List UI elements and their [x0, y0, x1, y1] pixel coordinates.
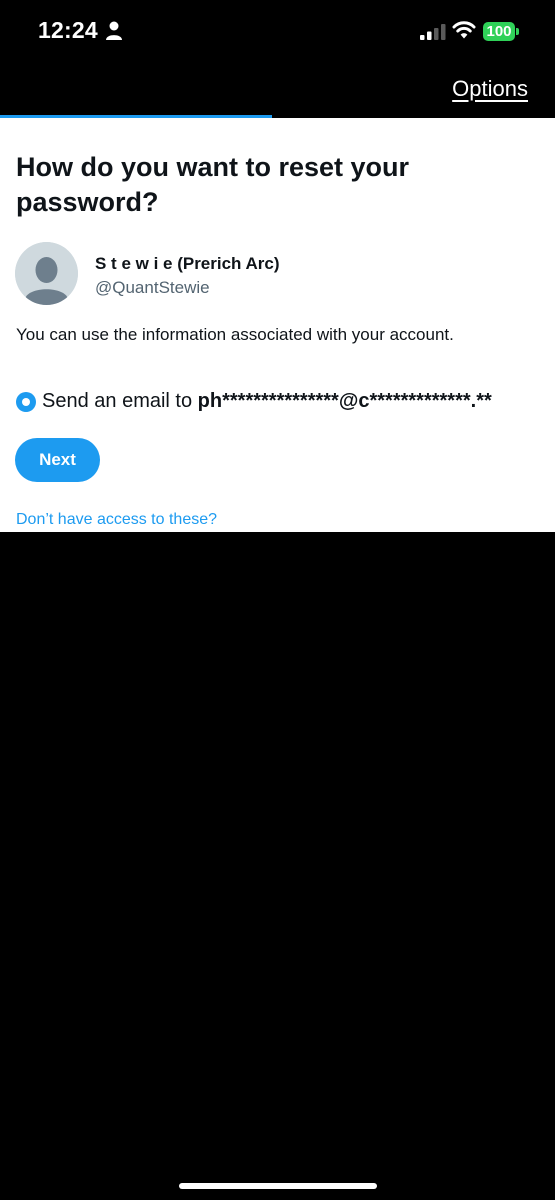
email-option-label: Send an email to ph***************@c****…: [42, 390, 492, 413]
status-time: 12:24: [38, 17, 98, 43]
email-option-prefix: Send an email to: [42, 390, 198, 412]
next-button[interactable]: Next: [15, 438, 100, 482]
no-access-link[interactable]: Don’t have access to these?: [16, 511, 217, 529]
home-indicator[interactable]: [179, 1183, 377, 1189]
wifi-icon: [452, 21, 476, 39]
battery-level: 100: [483, 22, 515, 41]
user-handle: @QuantStewie: [95, 278, 210, 297]
masked-email: ph***************@c*************.**: [197, 390, 492, 412]
info-text: You can use the information associated w…: [16, 325, 454, 344]
reset-password-panel: How do you want to reset your password? …: [0, 118, 555, 532]
default-avatar-icon: [15, 242, 78, 305]
page-title: How do you want to reset your password?: [16, 152, 410, 217]
screen: 12:24 100 Options How do you want to res…: [0, 0, 555, 1200]
status-bar: 12:24 100: [0, 0, 555, 64]
radio-selected-icon[interactable]: [16, 392, 36, 412]
cellular-signal-icon: [420, 24, 446, 40]
options-link[interactable]: Options: [452, 76, 528, 102]
user-display-name: S t e w i e (Prerich Arc): [95, 254, 280, 273]
battery-icon: 100: [483, 22, 519, 41]
person-icon: [106, 21, 122, 40]
